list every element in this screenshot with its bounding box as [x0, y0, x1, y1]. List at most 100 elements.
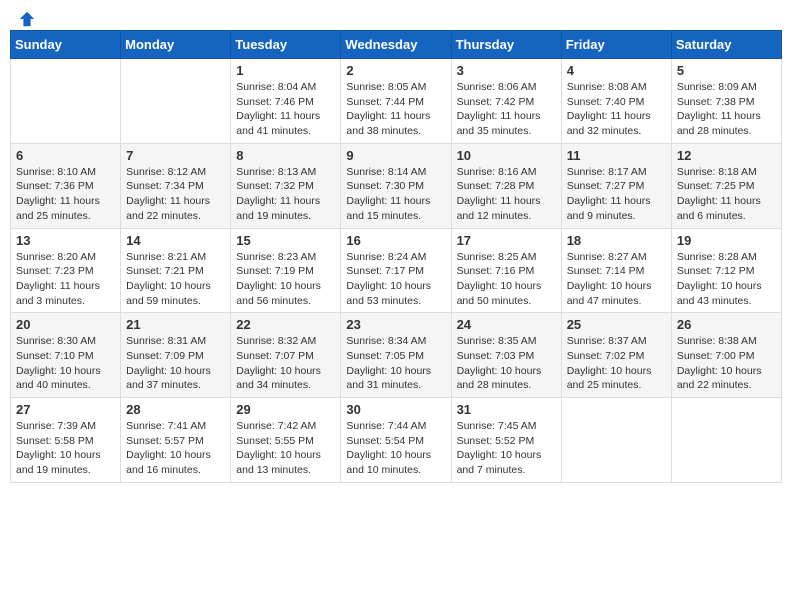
- week-row-3: 13 Sunrise: 8:20 AM Sunset: 7:23 PM Dayli…: [11, 228, 782, 313]
- day-info: Sunrise: 8:17 AM Sunset: 7:27 PM Dayligh…: [567, 165, 666, 224]
- day-number: 25: [567, 317, 666, 332]
- day-number: 12: [677, 148, 776, 163]
- calendar-cell: [561, 398, 671, 483]
- day-info: Sunrise: 8:24 AM Sunset: 7:17 PM Dayligh…: [346, 250, 445, 309]
- calendar-cell: 15 Sunrise: 8:23 AM Sunset: 7:19 PM Dayli…: [231, 228, 341, 313]
- calendar-cell: 24Sunrise: 8:35 AM Sunset: 7:03 PM Dayli…: [451, 313, 561, 398]
- day-info: Sunrise: 8:09 AM Sunset: 7:38 PM Dayligh…: [677, 80, 776, 139]
- day-number: 8: [236, 148, 335, 163]
- day-number: 14: [126, 233, 225, 248]
- day-info: Sunrise: 7:44 AM Sunset: 5:54 PM Dayligh…: [346, 419, 445, 478]
- day-info: Sunrise: 7:41 AM Sunset: 5:57 PM Dayligh…: [126, 419, 225, 478]
- calendar-cell: 10 Sunrise: 8:16 AM Sunset: 7:28 PM Dayli…: [451, 143, 561, 228]
- day-info: Sunrise: 8:08 AM Sunset: 7:40 PM Dayligh…: [567, 80, 666, 139]
- week-row-4: 20 Sunrise: 8:30 AM Sunset: 7:10 PM Dayli…: [11, 313, 782, 398]
- day-number: 6: [16, 148, 115, 163]
- day-info: Sunrise: 8:14 AM Sunset: 7:30 PM Dayligh…: [346, 165, 445, 224]
- day-number: 15: [236, 233, 335, 248]
- calendar-cell: [11, 59, 121, 144]
- calendar-cell: 4 Sunrise: 8:08 AM Sunset: 7:40 PM Daylig…: [561, 59, 671, 144]
- day-info: Sunrise: 8:28 AM Sunset: 7:12 PM Dayligh…: [677, 250, 776, 309]
- weekday-header-tuesday: Tuesday: [231, 31, 341, 59]
- day-number: 10: [457, 148, 556, 163]
- day-number: 29: [236, 402, 335, 417]
- day-number: 9: [346, 148, 445, 163]
- day-number: 28: [126, 402, 225, 417]
- weekday-header-monday: Monday: [121, 31, 231, 59]
- logo-icon: [18, 10, 36, 28]
- calendar-cell: 11 Sunrise: 8:17 AM Sunset: 7:27 PM Dayli…: [561, 143, 671, 228]
- weekday-header-wednesday: Wednesday: [341, 31, 451, 59]
- day-info: Sunrise: 8:32 AM Sunset: 7:07 PM Dayligh…: [236, 334, 335, 393]
- day-info: Sunrise: 8:06 AM Sunset: 7:42 PM Dayligh…: [457, 80, 556, 139]
- weekday-header-sunday: Sunday: [11, 31, 121, 59]
- calendar-cell: 2Sunrise: 8:05 AM Sunset: 7:44 PM Daylig…: [341, 59, 451, 144]
- calendar-cell: 21 Sunrise: 8:31 AM Sunset: 7:09 PM Dayli…: [121, 313, 231, 398]
- day-number: 4: [567, 63, 666, 78]
- day-number: 31: [457, 402, 556, 417]
- calendar-cell: 23Sunrise: 8:34 AM Sunset: 7:05 PM Dayli…: [341, 313, 451, 398]
- calendar-cell: [671, 398, 781, 483]
- day-info: Sunrise: 8:10 AM Sunset: 7:36 PM Dayligh…: [16, 165, 115, 224]
- calendar-cell: 20 Sunrise: 8:30 AM Sunset: 7:10 PM Dayli…: [11, 313, 121, 398]
- day-number: 26: [677, 317, 776, 332]
- day-number: 2: [346, 63, 445, 78]
- calendar-cell: 1Sunrise: 8:04 AM Sunset: 7:46 PM Daylig…: [231, 59, 341, 144]
- week-row-5: 27 Sunrise: 7:39 AM Sunset: 5:58 PM Dayli…: [11, 398, 782, 483]
- day-info: Sunrise: 7:42 AM Sunset: 5:55 PM Dayligh…: [236, 419, 335, 478]
- calendar-cell: 14 Sunrise: 8:21 AM Sunset: 7:21 PM Dayli…: [121, 228, 231, 313]
- day-info: Sunrise: 8:31 AM Sunset: 7:09 PM Dayligh…: [126, 334, 225, 393]
- calendar-cell: 25 Sunrise: 8:37 AM Sunset: 7:02 PM Dayli…: [561, 313, 671, 398]
- day-number: 27: [16, 402, 115, 417]
- calendar-cell: 19Sunrise: 8:28 AM Sunset: 7:12 PM Dayli…: [671, 228, 781, 313]
- calendar-cell: 3 Sunrise: 8:06 AM Sunset: 7:42 PM Daylig…: [451, 59, 561, 144]
- day-number: 20: [16, 317, 115, 332]
- weekday-header-row: SundayMondayTuesdayWednesdayThursdayFrid…: [11, 31, 782, 59]
- day-info: Sunrise: 8:25 AM Sunset: 7:16 PM Dayligh…: [457, 250, 556, 309]
- calendar-table: SundayMondayTuesdayWednesdayThursdayFrid…: [10, 30, 782, 483]
- day-info: Sunrise: 8:16 AM Sunset: 7:28 PM Dayligh…: [457, 165, 556, 224]
- day-number: 11: [567, 148, 666, 163]
- calendar-cell: 8 Sunrise: 8:13 AM Sunset: 7:32 PM Daylig…: [231, 143, 341, 228]
- calendar-cell: 29 Sunrise: 7:42 AM Sunset: 5:55 PM Dayli…: [231, 398, 341, 483]
- calendar-cell: 16 Sunrise: 8:24 AM Sunset: 7:17 PM Dayli…: [341, 228, 451, 313]
- day-info: Sunrise: 8:37 AM Sunset: 7:02 PM Dayligh…: [567, 334, 666, 393]
- weekday-header-saturday: Saturday: [671, 31, 781, 59]
- weekday-header-friday: Friday: [561, 31, 671, 59]
- day-number: 30: [346, 402, 445, 417]
- calendar-cell: 5 Sunrise: 8:09 AM Sunset: 7:38 PM Daylig…: [671, 59, 781, 144]
- week-row-2: 6 Sunrise: 8:10 AM Sunset: 7:36 PM Daylig…: [11, 143, 782, 228]
- day-number: 18: [567, 233, 666, 248]
- week-row-1: 1Sunrise: 8:04 AM Sunset: 7:46 PM Daylig…: [11, 59, 782, 144]
- calendar-cell: 13 Sunrise: 8:20 AM Sunset: 7:23 PM Dayli…: [11, 228, 121, 313]
- day-info: Sunrise: 8:27 AM Sunset: 7:14 PM Dayligh…: [567, 250, 666, 309]
- day-info: Sunrise: 8:23 AM Sunset: 7:19 PM Dayligh…: [236, 250, 335, 309]
- calendar-cell: 12 Sunrise: 8:18 AM Sunset: 7:25 PM Dayli…: [671, 143, 781, 228]
- day-info: Sunrise: 8:38 AM Sunset: 7:00 PM Dayligh…: [677, 334, 776, 393]
- day-number: 13: [16, 233, 115, 248]
- day-info: Sunrise: 8:21 AM Sunset: 7:21 PM Dayligh…: [126, 250, 225, 309]
- day-info: Sunrise: 8:20 AM Sunset: 7:23 PM Dayligh…: [16, 250, 115, 309]
- calendar-cell: 6 Sunrise: 8:10 AM Sunset: 7:36 PM Daylig…: [11, 143, 121, 228]
- page-header: [10, 10, 782, 22]
- day-info: Sunrise: 8:13 AM Sunset: 7:32 PM Dayligh…: [236, 165, 335, 224]
- calendar-cell: [121, 59, 231, 144]
- day-info: Sunrise: 8:34 AM Sunset: 7:05 PM Dayligh…: [346, 334, 445, 393]
- calendar-cell: 26 Sunrise: 8:38 AM Sunset: 7:00 PM Dayli…: [671, 313, 781, 398]
- logo: [14, 10, 36, 22]
- day-number: 3: [457, 63, 556, 78]
- day-info: Sunrise: 8:18 AM Sunset: 7:25 PM Dayligh…: [677, 165, 776, 224]
- day-info: Sunrise: 8:12 AM Sunset: 7:34 PM Dayligh…: [126, 165, 225, 224]
- day-number: 16: [346, 233, 445, 248]
- day-number: 5: [677, 63, 776, 78]
- calendar-cell: 7Sunrise: 8:12 AM Sunset: 7:34 PM Daylig…: [121, 143, 231, 228]
- calendar-cell: 27 Sunrise: 7:39 AM Sunset: 5:58 PM Dayli…: [11, 398, 121, 483]
- calendar-cell: 17Sunrise: 8:25 AM Sunset: 7:16 PM Dayli…: [451, 228, 561, 313]
- day-info: Sunrise: 7:39 AM Sunset: 5:58 PM Dayligh…: [16, 419, 115, 478]
- day-info: Sunrise: 8:30 AM Sunset: 7:10 PM Dayligh…: [16, 334, 115, 393]
- calendar-cell: 30 Sunrise: 7:44 AM Sunset: 5:54 PM Dayli…: [341, 398, 451, 483]
- calendar-cell: 22Sunrise: 8:32 AM Sunset: 7:07 PM Dayli…: [231, 313, 341, 398]
- day-number: 21: [126, 317, 225, 332]
- day-info: Sunrise: 8:35 AM Sunset: 7:03 PM Dayligh…: [457, 334, 556, 393]
- calendar-cell: 28 Sunrise: 7:41 AM Sunset: 5:57 PM Dayli…: [121, 398, 231, 483]
